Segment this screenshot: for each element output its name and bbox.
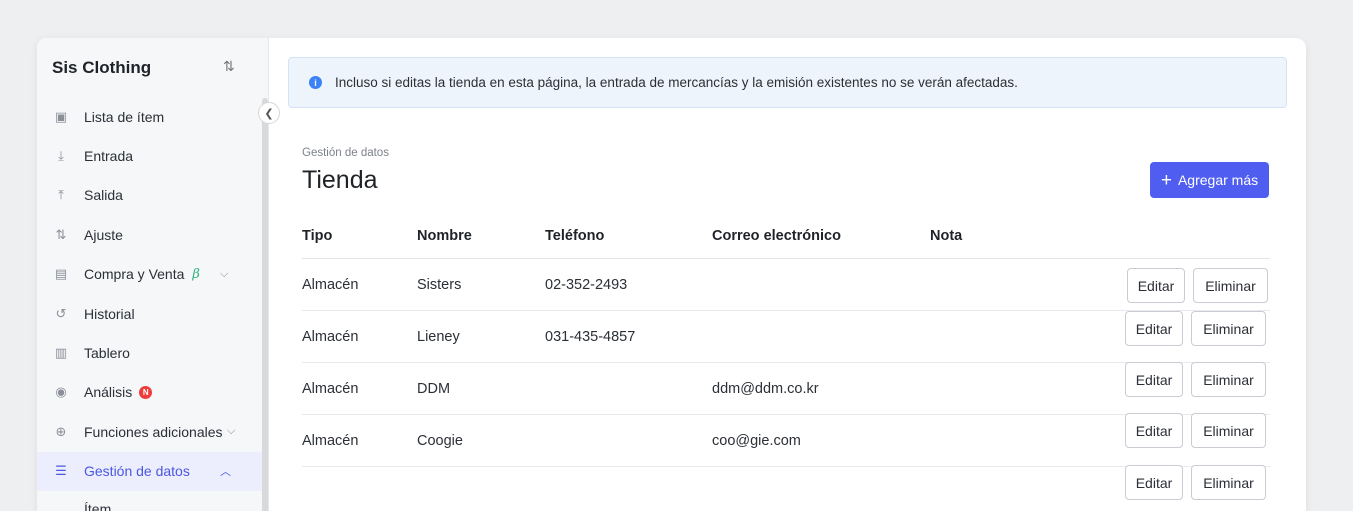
- row-actions: Editar Eliminar: [1125, 465, 1266, 500]
- alert-text: Incluso si editas la tienda en esta pági…: [335, 75, 1018, 90]
- database-icon: ☰: [55, 463, 67, 479]
- cell-nombre: Sisters: [417, 276, 462, 293]
- sidebar-item-funciones-adicionales[interactable]: ⊕ Funciones adicionales ⌵: [37, 412, 263, 451]
- document-icon: ▤: [54, 266, 68, 282]
- page-title: Tienda: [302, 166, 378, 194]
- info-alert: i Incluso si editas la tienda en esta pá…: [288, 57, 1287, 108]
- sidebar-subitem-item[interactable]: Ítem: [37, 491, 263, 511]
- add-more-label: Agregar más: [1177, 172, 1259, 188]
- row-actions: Editar Eliminar: [1125, 362, 1266, 397]
- sidebar-item-ajuste[interactable]: ⇅ Ajuste: [37, 215, 263, 254]
- sidebar-item-analisis[interactable]: ◉ Análisis N: [37, 373, 263, 412]
- sidebar-item-tablero[interactable]: ▥ Tablero: [37, 333, 263, 372]
- row-actions: Editar Eliminar: [1125, 311, 1266, 346]
- delete-button[interactable]: Eliminar: [1191, 311, 1266, 346]
- sidebar-item-salida[interactable]: ⤒ Salida: [37, 176, 263, 215]
- swap-icon: ⇅: [55, 226, 67, 242]
- table-row: Almacén Sisters 02-352-2493: [302, 259, 1270, 311]
- delete-button[interactable]: Eliminar: [1191, 413, 1266, 448]
- cell-tipo: Almacén: [302, 276, 359, 293]
- info-icon: i: [309, 76, 322, 89]
- sidebar-item-label: Compra y Venta: [84, 266, 185, 283]
- plus-circle-icon: ⊕: [55, 423, 67, 439]
- sidebar-item-label: Lista de ítem: [84, 108, 165, 125]
- sidebar-nav: ▣ Lista de ítem ⤓ Entrada ⤒ Salida ⇅ Aju…: [37, 97, 263, 511]
- sidebar-scrollbar[interactable]: [262, 98, 268, 511]
- sidebar-item-entrada[interactable]: ⤓ Entrada: [37, 136, 263, 175]
- edit-button[interactable]: Editar: [1125, 311, 1183, 346]
- column-header-telefono: Teléfono: [545, 228, 605, 244]
- chevron-down-icon[interactable]: ⌵: [227, 425, 235, 438]
- cell-tipo: Almacén: [302, 328, 359, 345]
- column-header-nota: Nota: [930, 228, 963, 244]
- delete-button[interactable]: Eliminar: [1193, 268, 1268, 303]
- cell-nombre: DDM: [417, 380, 451, 397]
- brand-name: Sis Clothing: [52, 58, 152, 77]
- app-window: Sis Clothing ⇅ ▣ Lista de ítem ⤓ Entrada…: [37, 38, 1306, 511]
- cell-correo: ddm@ddm.co.kr: [712, 380, 819, 397]
- sidebar-item-label: Gestión de datos: [84, 463, 190, 480]
- row-actions: Editar Eliminar: [1125, 413, 1266, 448]
- chevron-down-icon[interactable]: ⌵: [220, 268, 228, 281]
- cell-tipo: Almacén: [302, 432, 359, 449]
- eye-icon: ◉: [55, 384, 67, 400]
- bar-chart-icon: ▥: [54, 345, 68, 361]
- cell-telefono: 02-352-2493: [545, 276, 628, 293]
- beta-tag: β: [192, 266, 200, 282]
- cell-correo: coo@gie.com: [712, 432, 801, 449]
- delete-button[interactable]: Eliminar: [1191, 362, 1266, 397]
- add-more-button[interactable]: + Agregar más: [1150, 162, 1269, 198]
- sidebar-item-label: Análisis: [84, 384, 133, 401]
- sidebar-item-label: Entrada: [84, 148, 134, 165]
- sidebar-item-label: Salida: [84, 187, 123, 204]
- column-header-nombre: Nombre: [417, 228, 472, 244]
- sidebar-item-label: Ajuste: [84, 226, 123, 243]
- plus-icon: +: [1160, 169, 1172, 191]
- box-icon: ▣: [54, 108, 68, 124]
- edit-button[interactable]: Editar: [1127, 268, 1185, 303]
- column-header-tipo: Tipo: [302, 228, 333, 244]
- sidebar-item-historial[interactable]: ↺ Historial: [37, 294, 263, 333]
- row-actions: Editar Eliminar: [1127, 268, 1268, 303]
- cell-tipo: Almacén: [302, 380, 359, 397]
- chevron-up-icon[interactable]: ︿: [220, 463, 231, 479]
- arrow-up-icon: ⤒: [58, 187, 64, 203]
- edit-button[interactable]: Editar: [1125, 465, 1183, 500]
- sidebar-item-lista-de-item[interactable]: ▣ Lista de ítem: [37, 97, 263, 136]
- table-header: Tipo Nombre Teléfono Correo electrónico …: [302, 214, 1270, 259]
- edit-button[interactable]: Editar: [1125, 362, 1183, 397]
- column-header-correo: Correo electrónico: [712, 228, 841, 244]
- history-icon: ↺: [55, 305, 67, 321]
- sort-arrows-icon[interactable]: ⇅: [223, 58, 235, 75]
- edit-button[interactable]: Editar: [1125, 413, 1183, 448]
- sidebar-item-label: Historial: [84, 305, 135, 322]
- sidebar-item-label: Funciones adicionales: [84, 423, 223, 440]
- delete-button[interactable]: Eliminar: [1191, 465, 1266, 500]
- sidebar-item-compra-y-venta[interactable]: ▤ Compra y Venta β ⌵: [37, 255, 263, 294]
- breadcrumb[interactable]: Gestión de datos: [302, 147, 389, 159]
- sidebar-item-gestion-de-datos[interactable]: ☰ Gestión de datos ︿: [37, 451, 263, 491]
- cell-nombre: Lieney: [417, 328, 460, 345]
- arrow-down-icon: ⤓: [58, 148, 64, 164]
- cell-nombre: Coogie: [417, 432, 463, 449]
- sidebar-item-label: Tablero: [84, 345, 130, 362]
- cell-telefono: 031-435-4857: [545, 328, 636, 345]
- new-badge: N: [139, 385, 153, 399]
- main-content: i Incluso si editas la tienda en esta pá…: [270, 38, 1306, 511]
- sidebar: Sis Clothing ⇅ ▣ Lista de ítem ⤓ Entrada…: [37, 38, 269, 511]
